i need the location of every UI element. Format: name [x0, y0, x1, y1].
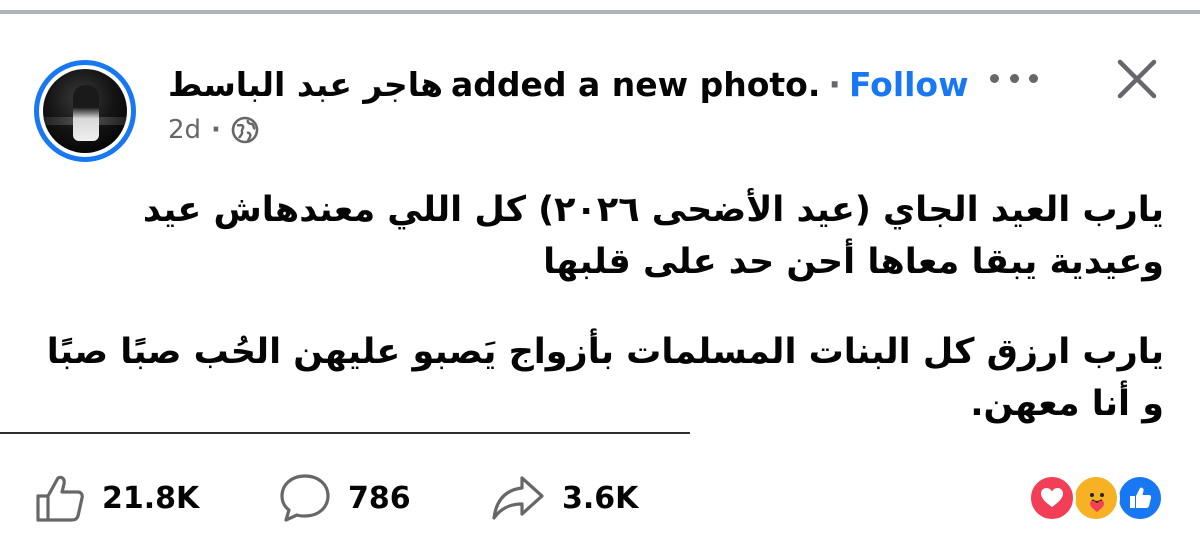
- comment-count: 786: [348, 480, 411, 516]
- like-reaction-icon: [1116, 474, 1164, 522]
- meta-separator-dot: ·: [211, 115, 221, 145]
- love-reaction-icon: [1028, 474, 1076, 522]
- post-text-paragraph-1: يارب العيد الجاي (عيد الأضحى ٢٠٢٦) كل ال…: [142, 190, 1164, 282]
- post-text-paragraph-2: يارب ارزق كل البنات المسلمات بأزواج يَصب…: [46, 332, 1164, 424]
- like-count: 21.8K: [102, 480, 200, 516]
- more-options-icon[interactable]: [990, 66, 1038, 90]
- reactions-summary[interactable]: [1028, 474, 1168, 524]
- globe-icon[interactable]: [231, 116, 259, 144]
- post-meta: 2d ·: [168, 112, 259, 148]
- avatar[interactable]: [34, 60, 136, 162]
- top-border: [0, 0, 1200, 14]
- comment-bubble-icon: [280, 474, 330, 522]
- share-count: 3.6K: [562, 480, 639, 516]
- close-icon[interactable]: [1114, 56, 1160, 102]
- divider: [0, 432, 690, 434]
- action-text: added a new photo.: [451, 64, 821, 104]
- care-reaction-icon: [1072, 474, 1120, 522]
- follow-button[interactable]: Follow: [849, 65, 969, 104]
- comment-button[interactable]: 786: [278, 470, 411, 526]
- thumbs-up-icon: [36, 475, 84, 522]
- post-header: هاجر عبد الباسط added a new photo. · Fol…: [168, 62, 969, 106]
- like-button[interactable]: 21.8K: [34, 470, 199, 526]
- share-arrow-icon: [492, 476, 544, 520]
- profile-photo: [43, 69, 127, 153]
- post-time[interactable]: 2d: [168, 115, 201, 145]
- separator-dot: ·: [828, 64, 841, 104]
- share-button[interactable]: 3.6K: [490, 470, 638, 526]
- author-name[interactable]: هاجر عبد الباسط: [168, 65, 443, 104]
